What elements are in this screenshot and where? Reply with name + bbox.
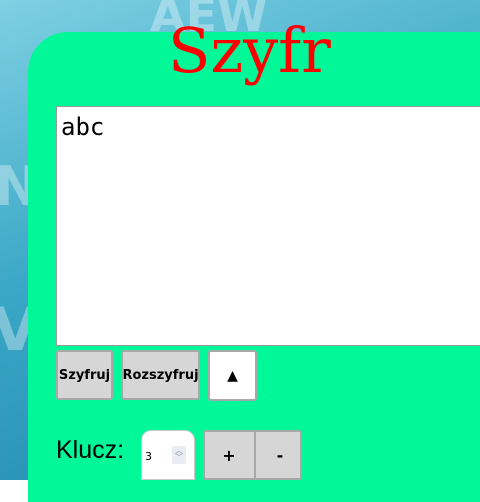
key-value: 3 bbox=[145, 450, 152, 463]
toggle-button[interactable]: ▲ bbox=[208, 350, 257, 401]
key-label: Klucz: bbox=[56, 436, 125, 464]
triangle-up-icon: ▲ bbox=[227, 367, 238, 384]
key-spinner[interactable]: ︿ ﹀ bbox=[172, 446, 186, 464]
page-title: Szyfr bbox=[168, 14, 331, 87]
cipher-text-area[interactable]: abc bbox=[56, 106, 480, 346]
key-adjust-group: + - bbox=[203, 430, 302, 480]
key-number-input[interactable]: 3 ︿ ﹀ bbox=[141, 430, 195, 480]
decrypt-button[interactable]: Rozszyfruj bbox=[121, 350, 200, 400]
encrypt-button[interactable]: Szyfruj bbox=[56, 350, 113, 400]
decrement-button[interactable]: - bbox=[256, 432, 304, 478]
chevron-down-icon[interactable]: ﹀ bbox=[175, 454, 183, 462]
increment-button[interactable]: + bbox=[205, 432, 253, 478]
